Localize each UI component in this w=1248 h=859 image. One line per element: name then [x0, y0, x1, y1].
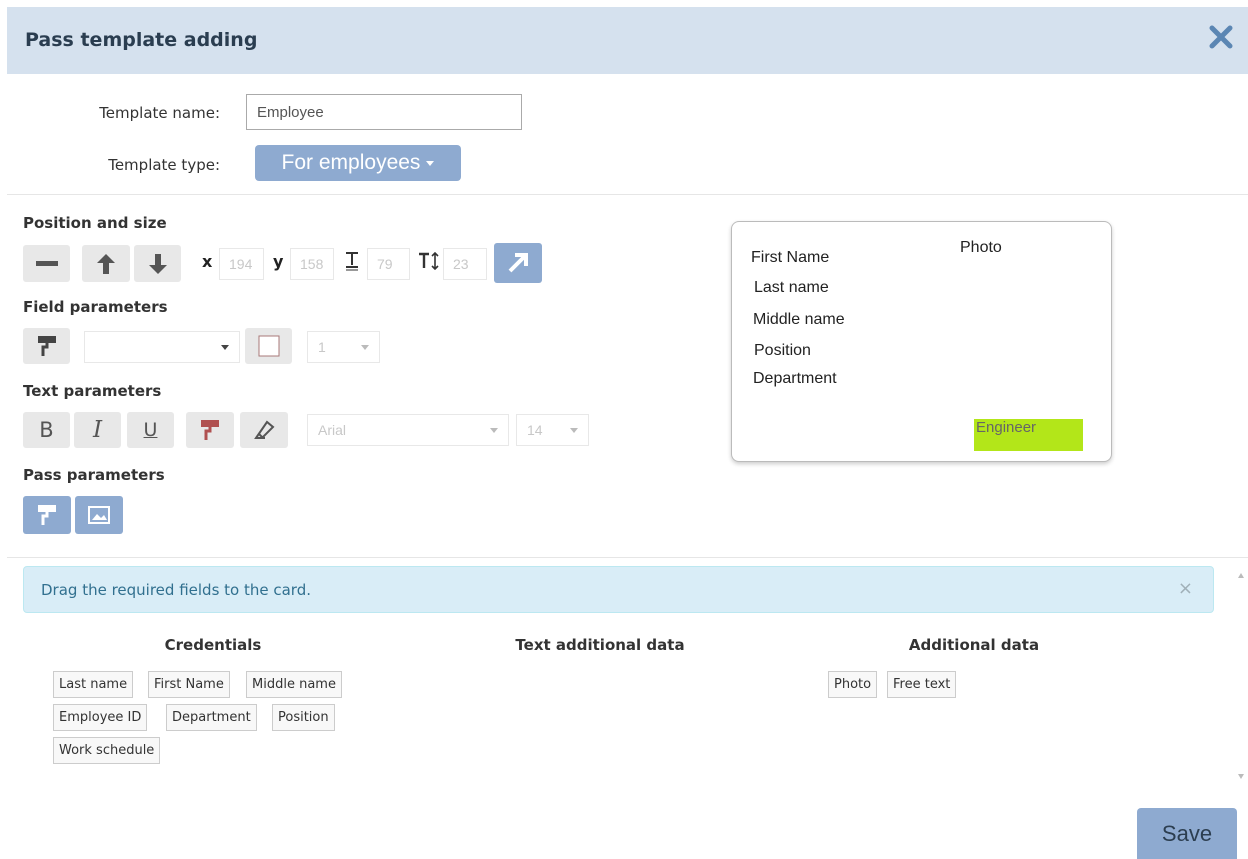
paint-roller-icon	[37, 336, 56, 356]
field-chip-last-name[interactable]: Last name	[53, 671, 134, 698]
field-chip-photo[interactable]: Photo	[828, 671, 878, 698]
template-type-value: For employees	[281, 151, 421, 174]
pass-params-heading: Pass parameters	[23, 466, 165, 484]
card-field-position[interactable]: Position	[754, 342, 811, 360]
italic-button[interactable]: I	[74, 412, 121, 448]
y-label: y	[273, 252, 284, 271]
caret-down-icon	[221, 345, 229, 350]
arrow-up-right-icon	[508, 253, 528, 273]
caret-down-icon	[426, 160, 435, 166]
caret-down-icon	[361, 345, 369, 350]
y-input[interactable]: 158	[290, 248, 334, 280]
field-params-heading: Field parameters	[23, 298, 168, 316]
credentials-heading: Credentials	[164, 636, 262, 654]
field-chip-work-schedule[interactable]: Work schedule	[53, 737, 161, 764]
card-field-photo[interactable]: Photo	[960, 239, 1002, 257]
resize-button[interactable]	[494, 243, 542, 283]
field-chip-position[interactable]: Position	[272, 704, 335, 731]
text-background-button[interactable]	[240, 412, 288, 448]
border-width-select[interactable]: 1	[307, 331, 380, 363]
fill-color-button[interactable]	[23, 328, 70, 364]
field-style-select[interactable]	[84, 331, 240, 363]
height-icon	[418, 251, 440, 274]
dialog-title: Pass template adding	[25, 29, 258, 51]
arrow-down-button[interactable]	[134, 245, 181, 282]
border-color-button[interactable]	[245, 328, 292, 364]
alert-text: Drag the required fields to the card.	[41, 581, 311, 599]
additional-data-heading: Additional data	[908, 636, 1040, 654]
bold-button[interactable]: B	[23, 412, 70, 448]
field-chip-middle-name[interactable]: Middle name	[246, 671, 342, 698]
field-chip-employee-id[interactable]: Employee ID	[53, 704, 148, 731]
x-label: x	[202, 252, 213, 271]
arrow-up-button[interactable]	[82, 245, 130, 282]
border-square-icon	[258, 335, 279, 357]
underline-button[interactable]: U	[127, 412, 174, 448]
pass-background-color-button[interactable]	[23, 496, 71, 534]
paint-roller-icon	[201, 420, 219, 440]
caret-down-icon	[570, 428, 578, 433]
arrow-down-icon	[148, 253, 167, 274]
text-color-button[interactable]	[186, 412, 234, 448]
x-input[interactable]: 194	[219, 248, 264, 280]
info-alert: Drag the required fields to the card. ×	[23, 566, 1214, 613]
paint-roller-icon	[38, 505, 56, 525]
card-field-selected[interactable]: Engineer	[974, 419, 1083, 451]
font-size-value: 14	[527, 422, 543, 438]
height-input[interactable]: 23	[443, 248, 487, 280]
arrow-up-icon	[97, 253, 115, 274]
card-field-first-name[interactable]: First Name	[751, 249, 829, 267]
save-button[interactable]: Save	[1137, 808, 1237, 859]
width-icon	[345, 251, 359, 275]
border-width-value: 1	[318, 339, 326, 355]
field-chip-first-name[interactable]: First Name	[148, 671, 230, 698]
position-size-heading: Position and size	[23, 214, 167, 232]
card-field-department[interactable]: Department	[753, 370, 837, 388]
eraser-icon	[254, 420, 275, 439]
text-additional-heading: Text additional data	[515, 636, 685, 654]
image-icon	[88, 506, 110, 524]
caret-down-icon	[490, 428, 498, 433]
divider	[7, 557, 1248, 558]
close-icon[interactable]	[1208, 24, 1234, 50]
template-name-label: Template name:	[99, 104, 220, 122]
template-type-label: Template type:	[108, 156, 220, 174]
scrollbar[interactable]	[1234, 566, 1248, 788]
template-type-dropdown[interactable]: For employees	[255, 145, 461, 181]
card-field-last-name[interactable]: Last name	[754, 279, 829, 297]
field-chip-free-text[interactable]: Free text	[887, 671, 957, 698]
dialog-header: Pass template adding	[7, 7, 1248, 74]
font-size-select[interactable]: 14	[516, 414, 589, 446]
pass-card-preview[interactable]: First Name Photo Last name Middle name P…	[731, 221, 1112, 462]
width-input[interactable]: 79	[367, 248, 410, 280]
alert-close-icon[interactable]: ×	[1178, 578, 1193, 599]
text-params-heading: Text parameters	[23, 382, 162, 400]
minus-button[interactable]	[23, 245, 70, 282]
template-name-input[interactable]	[246, 94, 522, 130]
card-field-middle-name[interactable]: Middle name	[753, 311, 845, 329]
field-chip-department[interactable]: Department	[166, 704, 257, 731]
font-family-select[interactable]: Arial	[307, 414, 509, 446]
divider	[7, 194, 1248, 195]
font-family-value: Arial	[318, 422, 347, 438]
pass-background-image-button[interactable]	[75, 496, 123, 534]
